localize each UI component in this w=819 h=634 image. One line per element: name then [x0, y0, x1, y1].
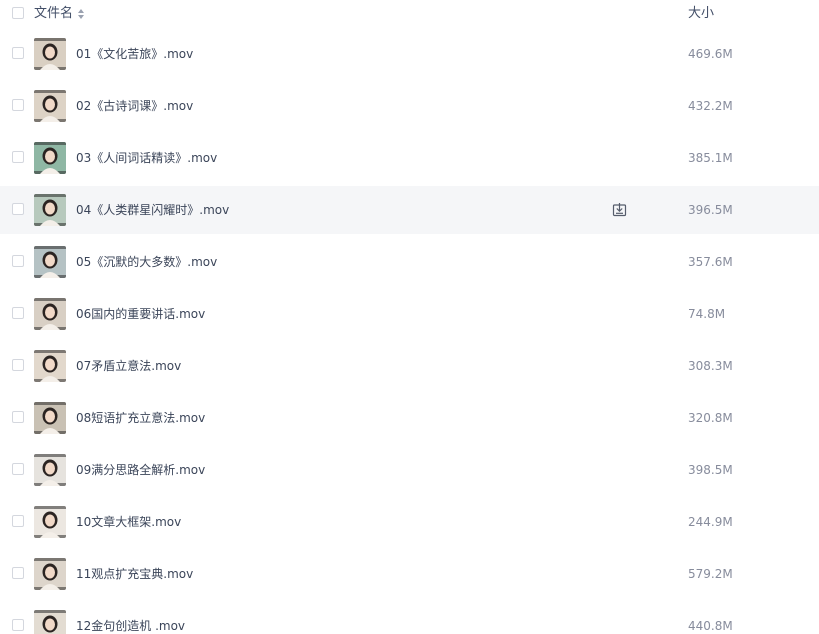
- video-thumbnail[interactable]: [34, 142, 66, 174]
- file-row[interactable]: 07矛盾立意法.mov 308.3M: [0, 342, 819, 390]
- file-checkbox[interactable]: [12, 619, 24, 631]
- file-size: 396.5M: [688, 203, 733, 217]
- file-checkbox[interactable]: [12, 255, 24, 267]
- file-checkbox[interactable]: [12, 359, 24, 371]
- file-name[interactable]: 08短语扩充立意法.mov: [76, 409, 205, 427]
- video-thumbnail[interactable]: [34, 402, 66, 434]
- video-thumbnail[interactable]: [34, 38, 66, 70]
- file-name[interactable]: 04《人类群星闪耀时》.mov: [76, 201, 229, 219]
- file-row[interactable]: 04《人类群星闪耀时》.mov 396.5M: [0, 186, 819, 234]
- file-row[interactable]: 05《沉默的大多数》.mov 357.6M: [0, 238, 819, 286]
- video-thumbnail[interactable]: [34, 194, 66, 226]
- file-row[interactable]: 08短语扩充立意法.mov 320.8M: [0, 394, 819, 442]
- file-checkbox[interactable]: [12, 411, 24, 423]
- video-thumbnail[interactable]: [34, 350, 66, 382]
- file-checkbox[interactable]: [12, 203, 24, 215]
- sort-icon[interactable]: [77, 8, 85, 20]
- file-checkbox[interactable]: [12, 151, 24, 163]
- file-size: 469.6M: [688, 47, 733, 61]
- file-name[interactable]: 07矛盾立意法.mov: [76, 357, 181, 375]
- column-header-size[interactable]: 大小: [688, 5, 714, 23]
- file-list-header: 文件名 大小: [0, 0, 819, 28]
- file-size: 579.2M: [688, 567, 733, 581]
- file-name[interactable]: 11观点扩充宝典.mov: [76, 565, 193, 583]
- file-name[interactable]: 10文章大框架.mov: [76, 513, 181, 531]
- download-icon[interactable]: [612, 202, 627, 217]
- file-name[interactable]: 03《人间词话精读》.mov: [76, 149, 217, 167]
- video-thumbnail[interactable]: [34, 90, 66, 122]
- file-size: 440.8M: [688, 619, 733, 633]
- file-size: 398.5M: [688, 463, 733, 477]
- file-size: 385.1M: [688, 151, 733, 165]
- file-checkbox[interactable]: [12, 567, 24, 579]
- file-checkbox[interactable]: [12, 463, 24, 475]
- file-checkbox[interactable]: [12, 99, 24, 111]
- file-name[interactable]: 06国内的重要讲话.mov: [76, 305, 205, 323]
- file-name[interactable]: 05《沉默的大多数》.mov: [76, 253, 217, 271]
- video-thumbnail[interactable]: [34, 454, 66, 486]
- file-size: 74.8M: [688, 307, 726, 321]
- file-size: 308.3M: [688, 359, 733, 373]
- video-thumbnail[interactable]: [34, 558, 66, 590]
- video-thumbnail[interactable]: [34, 610, 66, 634]
- file-size: 357.6M: [688, 255, 733, 269]
- file-row[interactable]: 10文章大框架.mov 244.9M: [0, 498, 819, 546]
- file-row[interactable]: 09满分思路全解析.mov 398.5M: [0, 446, 819, 494]
- file-row[interactable]: 06国内的重要讲话.mov 74.8M: [0, 290, 819, 338]
- file-checkbox[interactable]: [12, 515, 24, 527]
- file-name[interactable]: 01《文化苦旅》.mov: [76, 45, 193, 63]
- file-list: 文件名 大小 01《文化苦旅》.mov 469.6M 02《古诗词课》.mov 432…: [0, 0, 819, 634]
- file-row[interactable]: 11观点扩充宝典.mov 579.2M: [0, 550, 819, 598]
- video-thumbnail[interactable]: [34, 298, 66, 330]
- file-row[interactable]: 02《古诗词课》.mov 432.2M: [0, 82, 819, 130]
- file-row[interactable]: 12金句创造机 .mov 440.8M: [0, 602, 819, 634]
- file-checkbox[interactable]: [12, 47, 24, 59]
- video-thumbnail[interactable]: [34, 506, 66, 538]
- file-name[interactable]: 02《古诗词课》.mov: [76, 97, 193, 115]
- file-size: 244.9M: [688, 515, 733, 529]
- file-row[interactable]: 03《人间词话精读》.mov 385.1M: [0, 134, 819, 182]
- file-checkbox[interactable]: [12, 307, 24, 319]
- column-header-name[interactable]: 文件名: [34, 5, 73, 23]
- file-row[interactable]: 01《文化苦旅》.mov 469.6M: [0, 30, 819, 78]
- file-size: 432.2M: [688, 99, 733, 113]
- file-size: 320.8M: [688, 411, 733, 425]
- file-name[interactable]: 09满分思路全解析.mov: [76, 461, 205, 479]
- video-thumbnail[interactable]: [34, 246, 66, 278]
- file-name[interactable]: 12金句创造机 .mov: [76, 617, 185, 634]
- select-all-checkbox[interactable]: [12, 7, 24, 19]
